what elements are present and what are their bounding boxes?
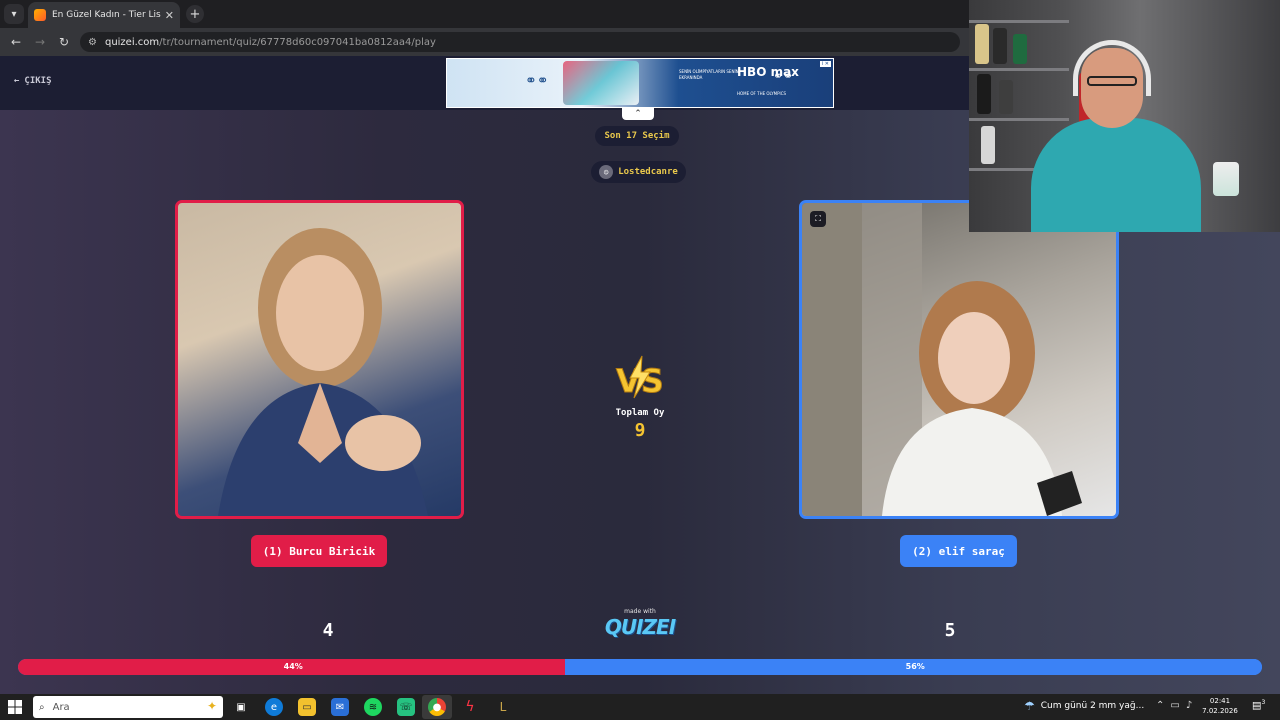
- supplement-bottle: [993, 28, 1007, 64]
- tab-close-icon[interactable]: ✕: [165, 9, 174, 22]
- forward-arrow-icon[interactable]: →: [32, 34, 48, 50]
- windows-start-icon[interactable]: [8, 700, 22, 714]
- remaining-choices-badge: Son 17 Seçim: [595, 126, 679, 146]
- supplement-bottle: [975, 24, 989, 64]
- lamp: [1213, 162, 1239, 196]
- screen: ▾ En Güzel Kadın - Tier List, Kör S ✕ + …: [0, 0, 1280, 720]
- reload-icon[interactable]: ↻: [56, 34, 72, 50]
- expand-icon[interactable]: ⛶: [810, 211, 826, 227]
- ad-artwork: [563, 61, 639, 105]
- vote-percent-left: 44%: [283, 662, 303, 671]
- ad-tagline: HOME OF THE OLYMPICS: [737, 91, 787, 96]
- network-icon[interactable]: ▭: [1170, 700, 1179, 711]
- vote-percent-right: 56%: [905, 662, 925, 671]
- total-votes-value: 9: [634, 420, 646, 441]
- shelf: [969, 118, 1069, 121]
- league-of-legends-icon[interactable]: Ⅼ: [494, 698, 512, 716]
- vote-count-right: 5: [944, 620, 956, 641]
- tab-title: En Güzel Kadın - Tier List, Kör S: [52, 10, 161, 20]
- supplement-bottle: [981, 126, 995, 164]
- notification-icon[interactable]: ▤3: [1252, 699, 1265, 711]
- vote-progress-bar: 44% 56%: [18, 659, 1262, 675]
- olympic-rings-icon: ⚭⚭: [773, 69, 794, 83]
- back-arrow-icon[interactable]: ←: [8, 34, 24, 50]
- olympic-rings-icon: ⚭⚭: [525, 73, 549, 89]
- clock-date: 7.02.2026: [1202, 707, 1238, 715]
- vs-lightning-icon: VS: [616, 355, 664, 401]
- total-votes-label: Toplam Oy: [615, 408, 665, 418]
- site-settings-icon[interactable]: ⚙: [88, 37, 97, 48]
- url-path: /tr/tournament/quiz/67778d60c097041ba081…: [159, 36, 436, 48]
- system-tray: ⌃ ▭ ♪: [1156, 700, 1192, 711]
- vote-button-right[interactable]: (2) elif saraç: [900, 535, 1017, 567]
- mail-icon[interactable]: ✉: [331, 698, 349, 716]
- vote-bar-right: 56%: [565, 659, 1262, 675]
- spotify-icon[interactable]: ≋: [364, 698, 382, 716]
- clock-time: 02:41: [1209, 697, 1231, 705]
- chevron-up-icon[interactable]: ⌃: [1156, 700, 1164, 711]
- contestant-photo-right: [802, 203, 1082, 516]
- rain-cloud-icon: ☂: [1024, 699, 1035, 713]
- weather-text: Cum günü 2 mm yağ...: [1040, 701, 1145, 711]
- contestant-photo-left: [218, 228, 428, 516]
- tab-search-chevron-icon[interactable]: ▾: [4, 4, 24, 24]
- chrome-icon[interactable]: ●: [428, 698, 446, 716]
- remaining-choices-label: Son 17 Seçim: [604, 131, 670, 141]
- vote-count-left: 4: [322, 620, 334, 641]
- taskbar-clock[interactable]: 02:41 7.02.2026: [1200, 696, 1240, 716]
- streamer-body: [1031, 118, 1201, 232]
- contestant-card-right[interactable]: ⛶: [799, 200, 1119, 519]
- search-placeholder: Ara: [52, 701, 70, 713]
- webcam-overlay: [969, 0, 1280, 232]
- search-icon: ⌕: [39, 701, 45, 713]
- weather-widget[interactable]: ☂ Cum günü 2 mm yağ...: [1024, 699, 1144, 713]
- advertisement-banner[interactable]: ⚭⚭ SENİN OLİMPİYATLARIN SENİN EKRANINDA …: [446, 58, 834, 108]
- glasses: [1087, 76, 1137, 86]
- ad-info-icon[interactable]: i ✕: [819, 61, 831, 67]
- browser-tab-active[interactable]: En Güzel Kadın - Tier List, Kör S ✕: [28, 2, 180, 28]
- exit-button[interactable]: ← ÇIKIŞ: [14, 76, 52, 86]
- vote-bar-left: 44%: [18, 659, 566, 675]
- edge-icon[interactable]: e: [265, 698, 283, 716]
- back-arrow-icon: ←: [14, 76, 20, 86]
- player-name: Lostedcanre: [618, 167, 678, 177]
- whatsapp-icon[interactable]: ☏: [397, 698, 415, 716]
- quizei-logo[interactable]: QUIZEI: [600, 615, 680, 639]
- url-host: quizei.com: [104, 36, 160, 48]
- file-explorer-icon[interactable]: ▭: [298, 698, 316, 716]
- valorant-icon[interactable]: ϟ: [461, 698, 479, 716]
- task-view-icon[interactable]: ▣: [232, 698, 250, 716]
- avatar: ☺: [599, 165, 614, 179]
- supplement-bottle: [1013, 34, 1027, 64]
- exit-label: ÇIKIŞ: [24, 76, 52, 86]
- windows-taskbar: ⌕ Ara ✦ ▣ e ▭ ✉ ≋ ☏ ● ϟ Ⅼ ☂ Cum günü 2 m…: [0, 694, 1280, 720]
- ad-small-text: SENİN OLİMPİYATLARIN SENİN EKRANINDA: [679, 69, 739, 80]
- tab-favicon-icon: [34, 9, 46, 21]
- search-highlight-icon: ✦: [206, 699, 217, 713]
- new-tab-button[interactable]: +: [186, 5, 204, 23]
- headphones: [1073, 40, 1151, 96]
- shelf: [969, 20, 1069, 23]
- contestant-card-left[interactable]: [175, 200, 464, 519]
- supplement-bottle: [999, 80, 1013, 114]
- shelf: [969, 68, 1069, 71]
- supplement-bottle: [977, 74, 991, 114]
- notification-count: 3: [1261, 699, 1266, 706]
- taskbar-search-input[interactable]: ⌕ Ara ✦: [33, 696, 223, 718]
- volume-icon[interactable]: ♪: [1186, 700, 1192, 711]
- made-with-label: made with: [624, 608, 656, 615]
- url-input[interactable]: ⚙ quizei.com/tr/tournament/quiz/67778d60…: [80, 32, 960, 52]
- player-badge: ☺ Lostedcanre: [591, 161, 686, 183]
- collapse-ad-chevron-up-icon[interactable]: ⌃: [622, 107, 654, 120]
- vote-button-left[interactable]: (1) Burcu Biricik: [251, 535, 387, 567]
